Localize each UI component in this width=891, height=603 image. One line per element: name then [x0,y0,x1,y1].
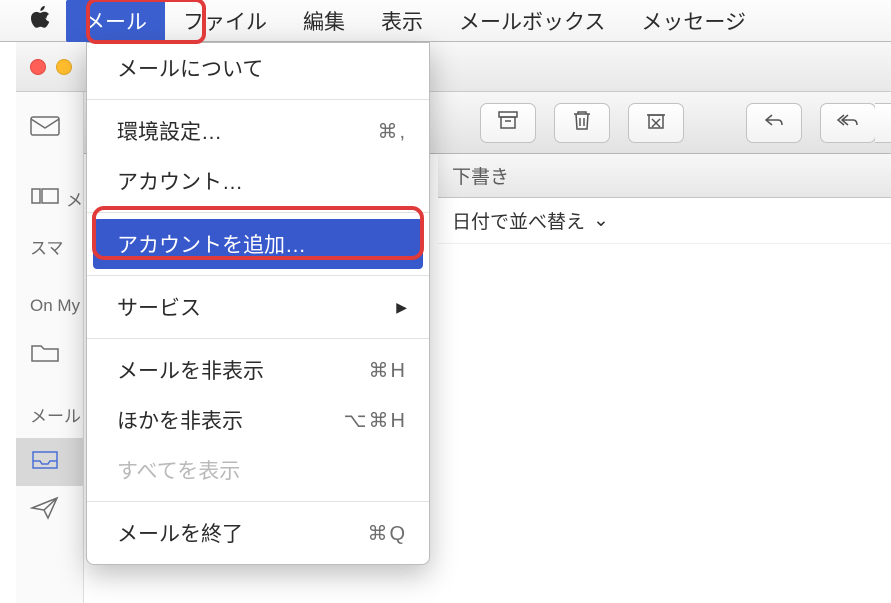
sidebar-section-mailacct[interactable]: メール [16,390,83,438]
menu-show-all: すべてを表示 [87,445,429,495]
sidebar-icon [30,184,60,213]
menu-bar: メール ファイル 編集 表示 メールボックス メッセージ [0,0,891,42]
reply-all-icon [836,108,860,137]
inbox-icon [30,448,60,477]
chevron-down-icon: ⌄ [593,209,609,232]
menu-quit-mail[interactable]: メールを終了⌘Q [87,508,429,558]
menu-separator [87,99,429,100]
menu-item-file[interactable]: ファイル [165,0,285,42]
archive-icon [496,108,520,137]
window-controls [30,59,72,75]
sort-label: 日付で並べ替え [452,207,585,234]
menu-separator [87,501,429,502]
menu-accounts[interactable]: アカウント… [87,156,429,206]
menu-item-view[interactable]: 表示 [363,0,441,42]
junk-button[interactable] [628,103,684,143]
menu-hide-mail[interactable]: メールを非表示⌘H [87,345,429,395]
menu-separator [87,212,429,213]
menu-preferences[interactable]: 環境設定…⌘, [87,106,429,156]
minimize-window-button[interactable] [56,59,72,75]
sidebar-folder[interactable] [16,330,83,378]
forward-button[interactable] [875,103,891,143]
compose-button[interactable] [16,104,83,152]
menu-item-mail[interactable]: メール [66,0,165,42]
list-header-label: 下書き [452,162,509,189]
sidebar-inbox[interactable] [16,438,83,486]
apple-menu-icon[interactable] [30,5,52,37]
submenu-arrow-icon: ▶ [396,299,407,316]
sort-bar[interactable]: 日付で並べ替え ⌄ [438,198,891,244]
archive-button[interactable] [480,103,536,143]
sidebar: メ スマ On My メール [16,92,84,603]
list-header: 下書き [438,154,891,198]
reply-icon [762,108,786,137]
sidebar-section-smart[interactable]: スマ [16,222,83,270]
sidebar-label: スマ [30,234,64,259]
close-window-button[interactable] [30,59,46,75]
menu-hide-others[interactable]: ほかを非表示⌥⌘H [87,395,429,445]
trash-icon [570,108,594,137]
trash-button[interactable] [554,103,610,143]
sidebar-label: メール [30,402,81,427]
sidebar-label: メ [66,186,83,211]
reply-all-button[interactable] [820,103,876,143]
menu-separator [87,275,429,276]
reply-button[interactable] [746,103,802,143]
envelope-icon [30,114,60,143]
paperplane-icon [30,496,60,525]
sidebar-section-onmy[interactable]: On My [16,282,83,330]
sidebar-label: On My [30,296,80,316]
sidebar-section-mail[interactable]: メ [16,174,83,222]
menu-add-account[interactable]: アカウントを追加… [93,219,423,269]
mail-menu-dropdown: メールについて 環境設定…⌘, アカウント… アカウントを追加… サービス▶ メ… [86,42,430,565]
menu-about-mail[interactable]: メールについて [87,43,429,93]
folder-icon [30,340,60,369]
menu-services[interactable]: サービス▶ [87,282,429,332]
menu-item-mailbox[interactable]: メールボックス [441,0,623,42]
menu-item-message[interactable]: メッセージ [623,0,764,42]
junk-icon [644,108,668,137]
sidebar-sent[interactable] [16,486,83,534]
menu-separator [87,338,429,339]
menu-item-edit[interactable]: 編集 [285,0,363,42]
